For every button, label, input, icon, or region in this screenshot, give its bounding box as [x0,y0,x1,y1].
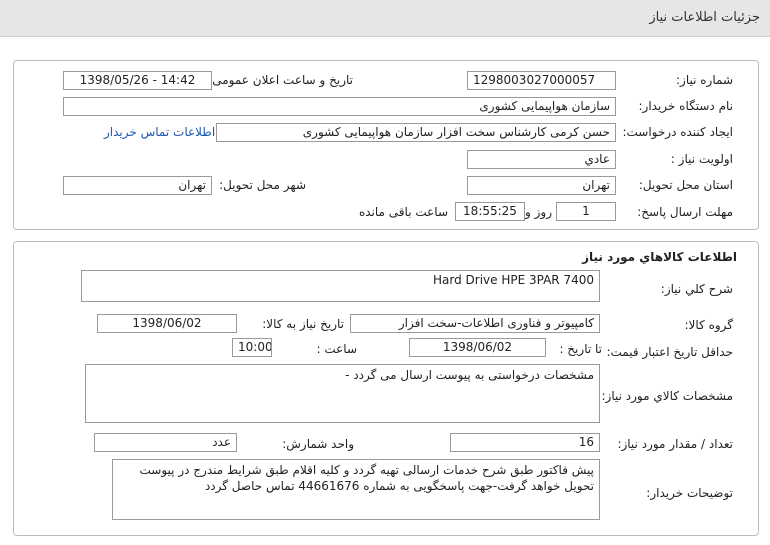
buyer-org-label: نام دستگاه خریدار: [638,99,734,113]
delivery-province-field: تهران [467,176,616,195]
general-desc-text: Hard Drive HPE 3PAR 7400 [433,273,594,287]
goods-group-label: گروه کالا: [684,318,734,332]
price-validity-label: حداقل تاريخ اعتبار قيمت: [606,345,733,359]
quantity-label: تعداد / مقدار مورد نياز: [617,437,733,451]
reply-deadline-label: مهلت ارسال پاسخ: [637,205,733,219]
priority-label: اولویت نیاز : [670,152,733,166]
need-date-label: تاريخ نياز به کالا: [262,317,344,331]
priority-field: عادي [467,150,616,169]
hour-label: ساعت : [316,342,357,356]
delivery-province-label: استان محل تحویل: [638,178,733,192]
until-date-field: 1398/06/02 [409,338,546,357]
buyer-org-field: سازمان هواپیمایی کشوری [63,97,616,116]
need-date-field: 1398/06/02 [97,314,237,333]
buyer-notes-field: پیش فاکتور طبق شرح خدمات ارسالی تهیه گرد… [112,459,600,520]
until-date-label: تا تاريخ : [559,342,602,356]
goods-spec-label: مشخصات کالاي مورد نياز: [601,389,733,403]
buyer-notes-label: توضيحات خريدار: [646,486,733,500]
delivery-city-label: شهر محل تحویل: [219,178,306,192]
goods-spec-field: مشخصات درخواستی به پیوست ارسال می گردد - [85,364,600,423]
need-number-field: 1298003027000057 [467,71,616,90]
unit-field: عدد [94,433,237,452]
requester-label: ایجاد کننده درخواست: [622,125,733,139]
unit-label: واحد شمارش: [282,437,354,451]
days-field: 1 [556,202,616,221]
goods-group-field: کامپيوتر و فناوری اطلاعات-سخت افزار [350,314,600,333]
days-suffix: روز و [525,205,552,219]
goods-section-title: اطلاعات کالاهاي مورد نياز [582,250,737,264]
time-remaining-suffix: ساعت باقی مانده [358,205,448,219]
buyer-contact-link[interactable]: اطلاعات تماس خریدار [104,125,215,139]
announce-datetime-field: 1398/05/26 - 14:42 [63,71,212,90]
hour-field: 10:00 [232,338,272,357]
requester-field: حسن کرمی کارشناس سخت افزار سازمان هواپیم… [216,123,616,142]
general-desc-label: شرح کلي نياز: [660,282,733,296]
need-number-label: شماره نیاز: [676,73,733,87]
page-header: جزئیات اطلاعات نیاز [0,0,770,37]
general-desc-field: Hard Drive HPE 3PAR 7400 [81,270,600,302]
quantity-field: 16 [450,433,600,452]
page-title: جزئیات اطلاعات نیاز [649,10,760,25]
delivery-city-field: تهران [63,176,212,195]
announce-datetime-label: تاریخ و ساعت اعلان عمومی: [208,73,353,87]
time-remaining-field: 18:55:25 [455,202,525,221]
